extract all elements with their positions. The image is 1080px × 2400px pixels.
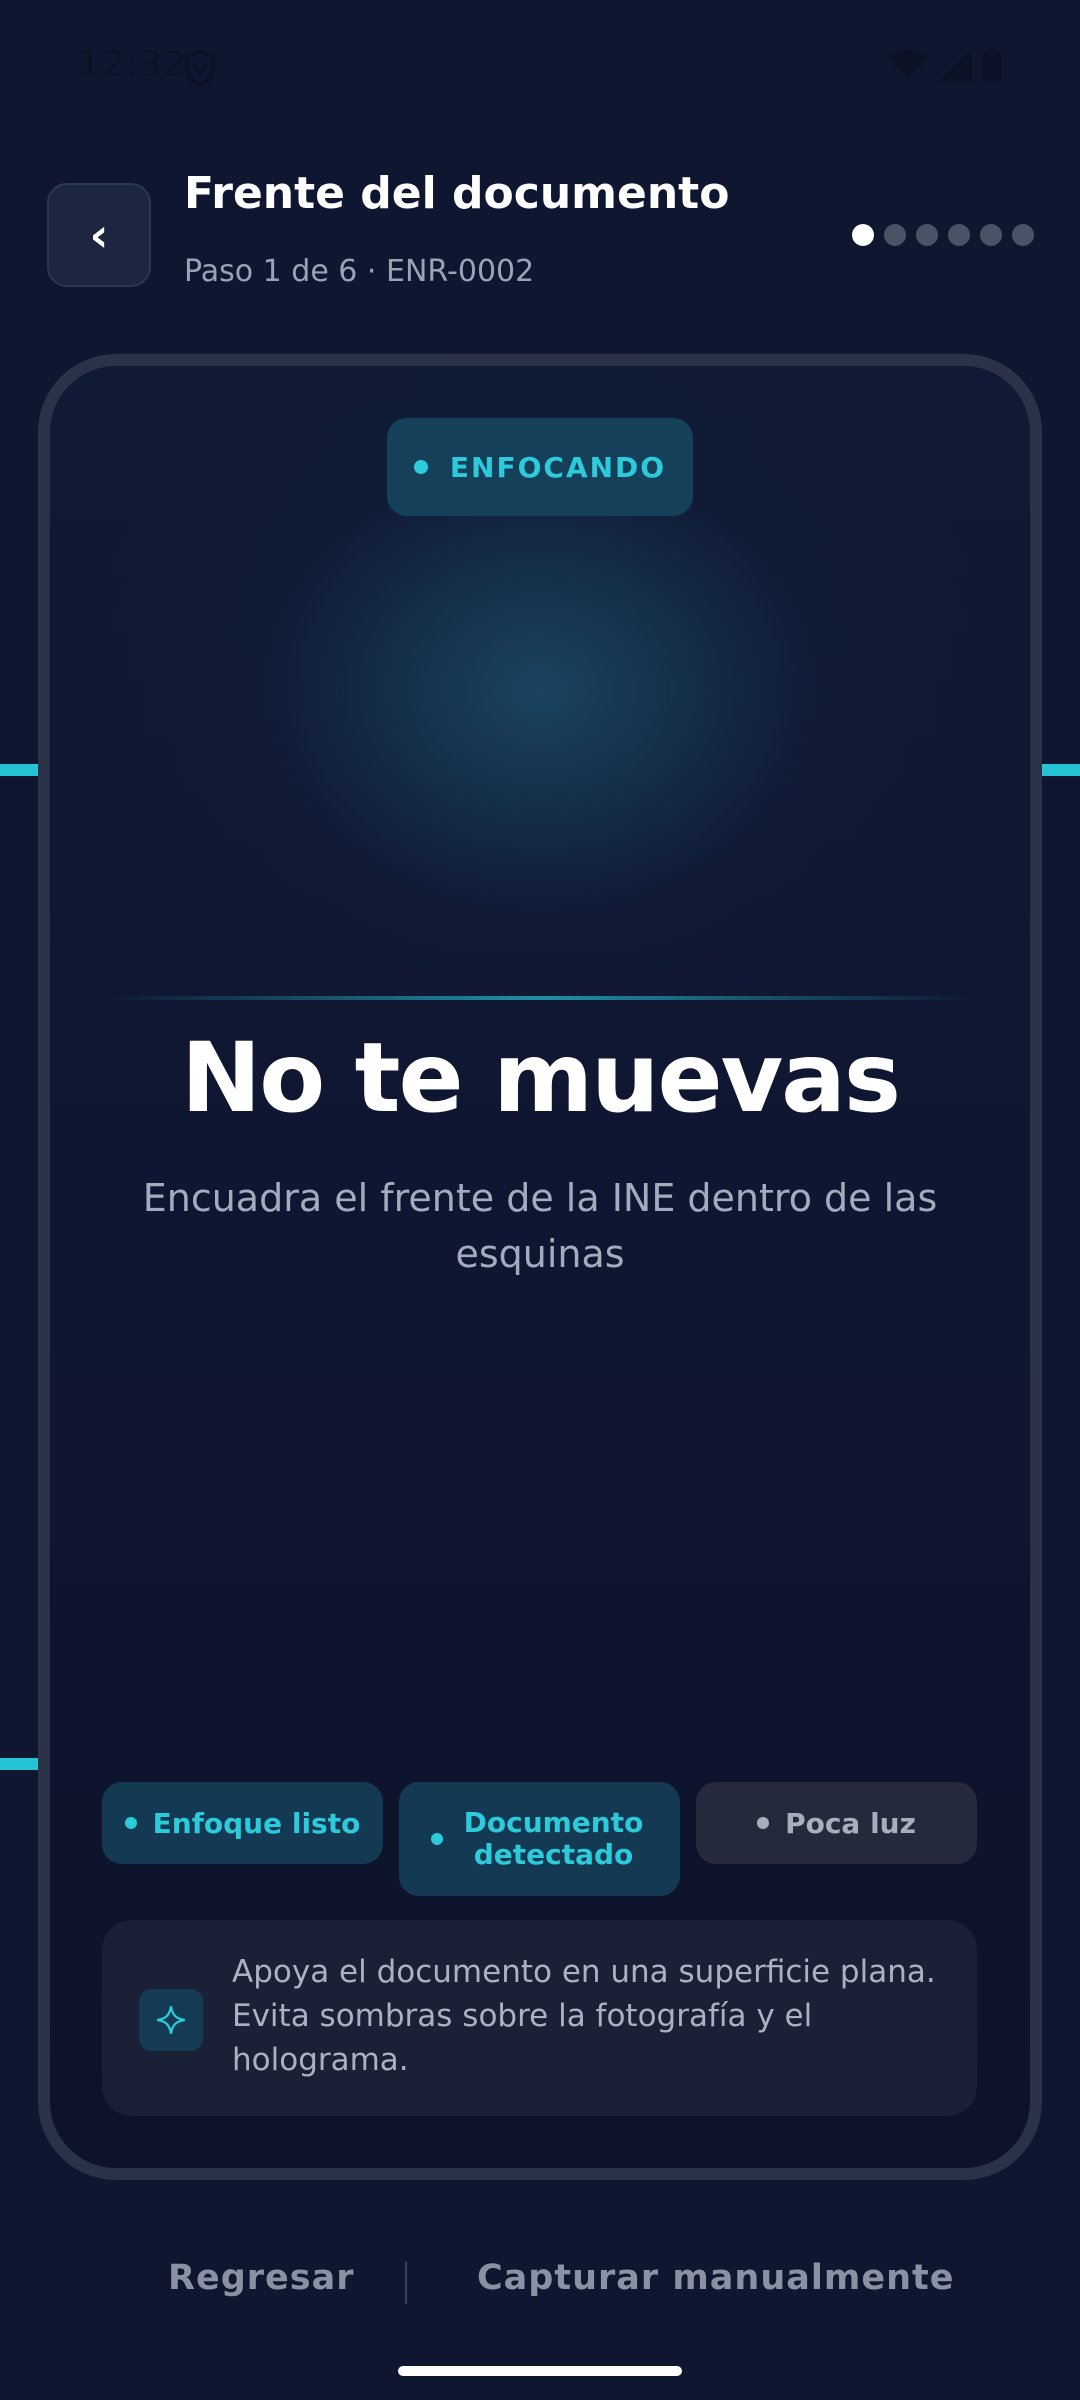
chip-document-detected: Documento detectado: [399, 1782, 680, 1896]
status-dot-icon: [430, 1833, 443, 1845]
step-dot-6: [1012, 224, 1034, 246]
chip-label: Documento detectado: [463, 1806, 644, 1871]
chip-label: Enfoque listo: [152, 1806, 361, 1840]
signal-icon: [938, 48, 972, 82]
tip-text: Apoya el documento en una superficie pla…: [232, 1954, 936, 2078]
status-dot-icon: [124, 1817, 137, 1829]
step-dot-4: [948, 224, 970, 246]
step-dot-3: [916, 224, 938, 246]
step-subtitle: Paso 1 de 6 · ENR-0002: [184, 254, 535, 289]
step-dot-5: [980, 224, 1002, 246]
status-time: 12:32: [78, 44, 187, 85]
scan-line: [105, 996, 975, 1000]
manual-capture-button[interactable]: Capturar manualmente: [477, 2258, 954, 2298]
action-divider: [405, 2262, 407, 2304]
step-dot-1: [852, 224, 874, 246]
back-button[interactable]: ‹: [47, 183, 151, 287]
page-title: Frente del documento: [184, 168, 730, 219]
step-progress-dots: [852, 224, 1034, 246]
home-indicator[interactable]: [398, 2366, 682, 2376]
sparkle-icon-glyph: [157, 2006, 185, 2034]
status-dot-icon: [757, 1817, 770, 1829]
focus-status-badge: ENFOCANDO: [387, 418, 693, 516]
chip-label: Poca luz: [785, 1806, 916, 1840]
chip-low-light: Poca luz: [696, 1782, 977, 1864]
status-icons: [888, 48, 1002, 82]
status-dot-icon: [413, 460, 428, 474]
back-link-button[interactable]: Regresar: [168, 2258, 354, 2298]
chevron-left-icon: ‹: [89, 208, 109, 262]
battery-icon: [982, 48, 1002, 82]
chip-focus-ready: Enfoque listo: [102, 1782, 383, 1864]
scanner-headline: No te muevas: [180, 1022, 901, 1134]
step-dot-2: [884, 224, 906, 246]
scanner-instruction: Encuadra el frente de la INE dentro de l…: [142, 1176, 938, 1276]
wifi-icon: [888, 49, 928, 80]
shield-icon: [184, 49, 216, 87]
focus-status-label: ENFOCANDO: [449, 450, 667, 484]
sparkle-icon: [139, 1989, 203, 2051]
